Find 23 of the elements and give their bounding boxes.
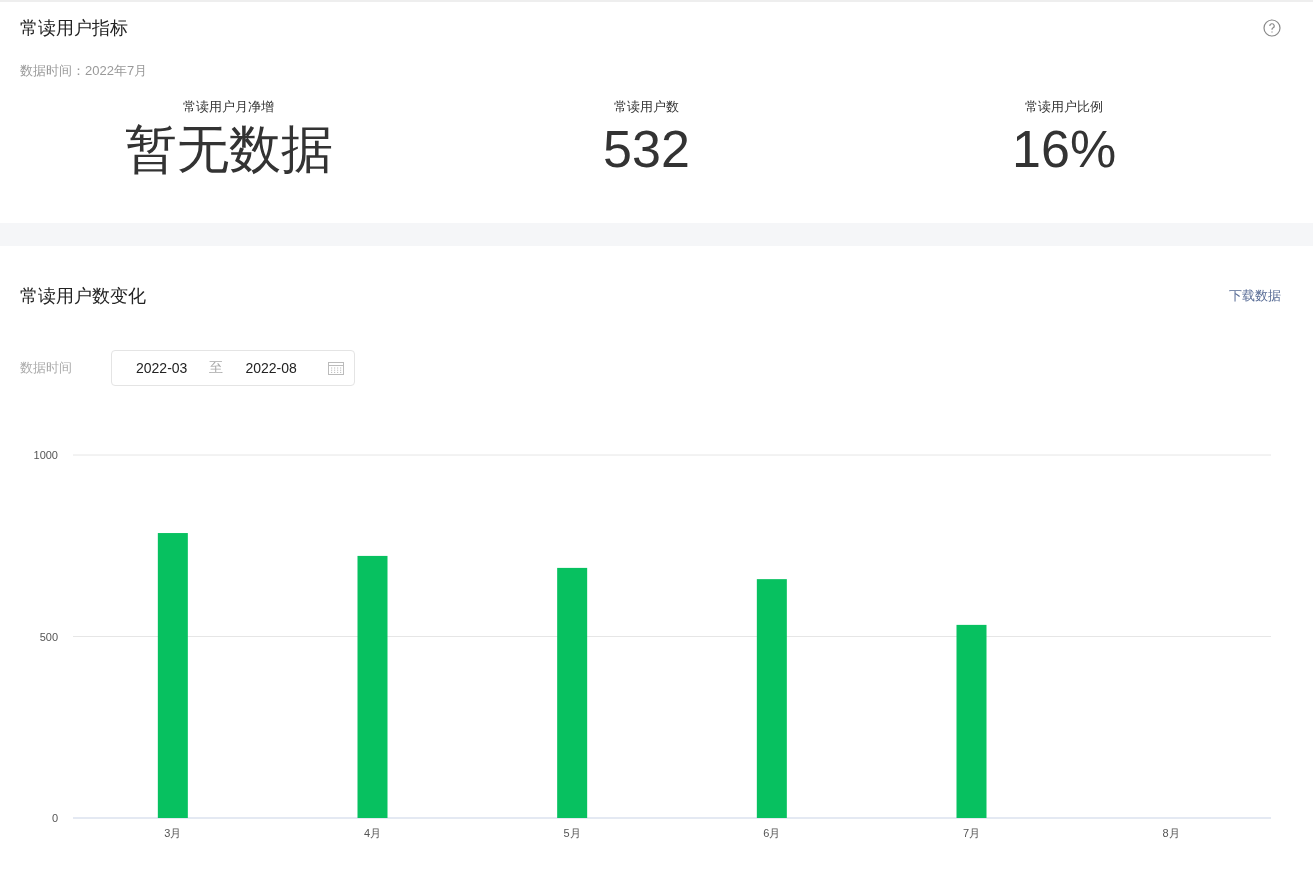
section-title: 常读用户指标 [20,17,128,40]
x-axis-label: 8月 [1162,827,1180,839]
x-axis-label: 6月 [763,827,781,839]
metric-label: 常读用户月净增 [183,98,275,116]
metric-value: 暂无数据 [124,119,333,180]
metric-value: 532 [603,119,690,180]
y-axis-label: 0 [51,812,58,824]
metric-value: 16% [1012,119,1117,180]
data-time: 数据时间：2022年7月 [20,62,149,80]
section-title: 常读用户数变化 [20,285,146,308]
x-axis-label: 4月 [363,827,382,839]
y-axis-label: 500 [39,630,58,643]
metric-label: 常读用户比例 [1025,98,1104,116]
download-link[interactable]: 下载数据 [1229,287,1281,305]
date-range-field[interactable]: 2022-03 至 2022-08 [111,350,355,386]
x-axis-label: 3月 [164,827,182,839]
x-axis-label: 5月 [563,827,581,839]
filter-label: 数据时间 [20,359,72,377]
y-axis-label: 1000 [33,449,58,461]
help-icon[interactable] [1263,19,1281,37]
x-axis-label: 7月 [962,827,981,839]
calendar-icon[interactable] [328,361,344,375]
metric-label: 常读用户数 [614,98,679,116]
